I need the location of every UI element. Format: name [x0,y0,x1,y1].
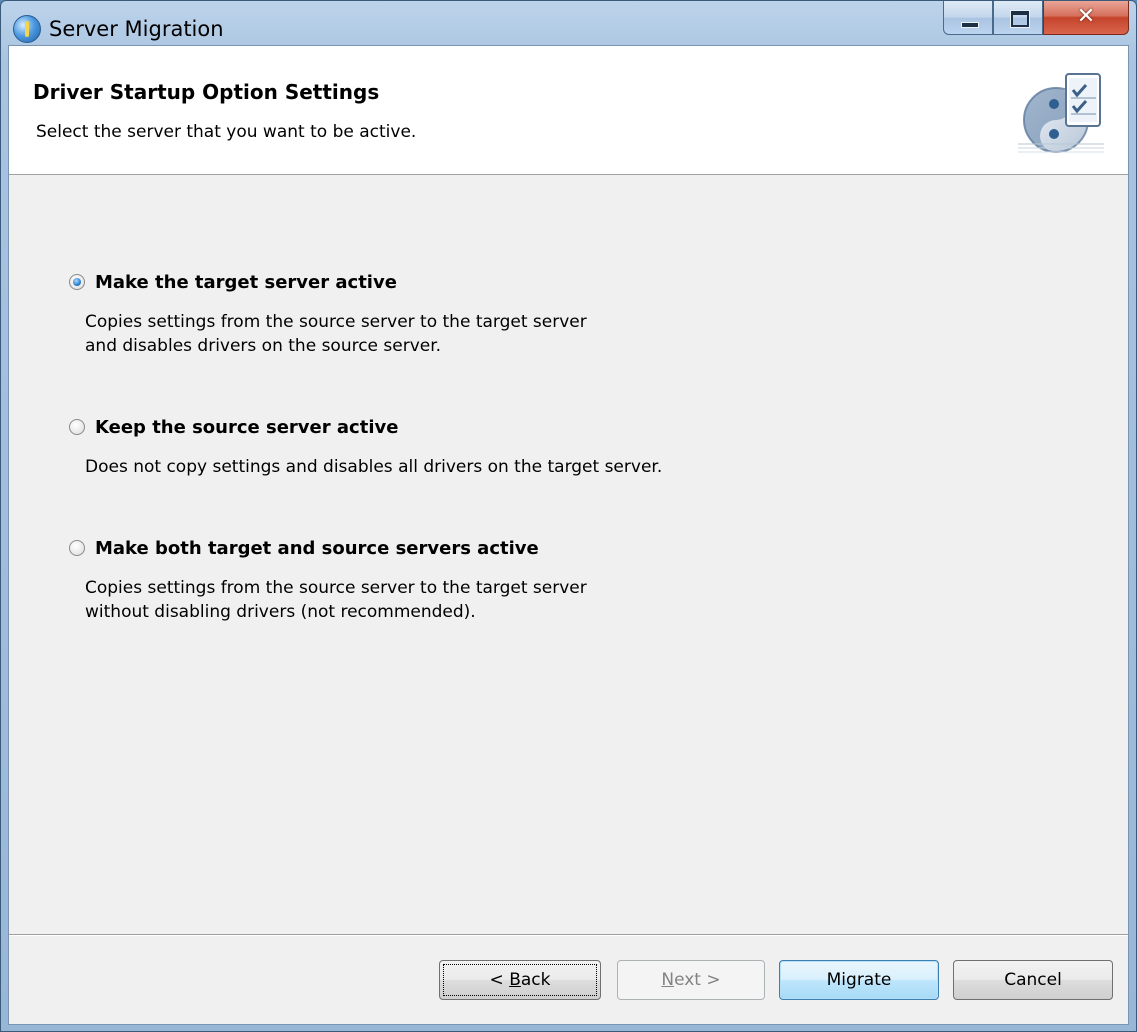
description-line: Does not copy settings and disables all … [85,457,663,477]
option-description: Copies settings from the source server t… [85,576,587,624]
page-subtitle: Select the server that you want to be ac… [36,122,417,142]
radio-target-active[interactable] [69,274,85,290]
app-globe-icon[interactable] [13,15,41,43]
minimize-icon [961,22,979,28]
wizard-checklist-icon [1018,73,1104,153]
description-line: Copies settings from the source server t… [85,578,587,598]
cancel-button[interactable]: Cancel [953,960,1113,1000]
maximize-button[interactable] [993,1,1043,35]
window-title: Server Migration [49,17,224,41]
options-panel: Make the target server active Copies set… [9,174,1128,909]
option-label[interactable]: Make both target and source servers acti… [95,538,539,559]
radio-both-active[interactable] [69,540,85,556]
description-line: Copies settings from the source server t… [85,312,587,332]
next-label-rest: ext > [674,970,721,990]
wizard-header: Driver Startup Option Settings Select th… [9,46,1128,175]
close-icon: ✕ [1076,4,1096,29]
close-button[interactable]: ✕ [1043,1,1129,35]
wizard-window: Server Migration ✕ Driver Startup Option… [0,0,1137,1032]
wizard-client-area: Driver Startup Option Settings Select th… [8,45,1129,1025]
page-title: Driver Startup Option Settings [33,80,380,104]
option-description: Does not copy settings and disables all … [85,455,662,479]
option-label[interactable]: Make the target server active [95,272,397,293]
option-label[interactable]: Keep the source server active [95,417,398,438]
radio-source-active[interactable] [69,419,85,435]
description-line: and disables drivers on the source serve… [85,336,442,356]
next-mnemonic: N [661,970,675,990]
footer-divider [9,934,1128,936]
caption-buttons: ✕ [943,1,1129,39]
next-button[interactable]: Next > [617,960,765,1000]
maximize-icon [1011,11,1029,27]
migrate-button[interactable]: Migrate [779,960,939,1000]
back-button[interactable]: < Back [439,960,601,1000]
minimize-button[interactable] [943,1,993,35]
back-label-rest: ack [520,970,551,990]
back-prefix: < [489,970,510,990]
description-line: without disabling drivers (not recommend… [85,602,476,622]
option-description: Copies settings from the source server t… [85,310,587,358]
back-mnemonic: B [509,970,521,990]
